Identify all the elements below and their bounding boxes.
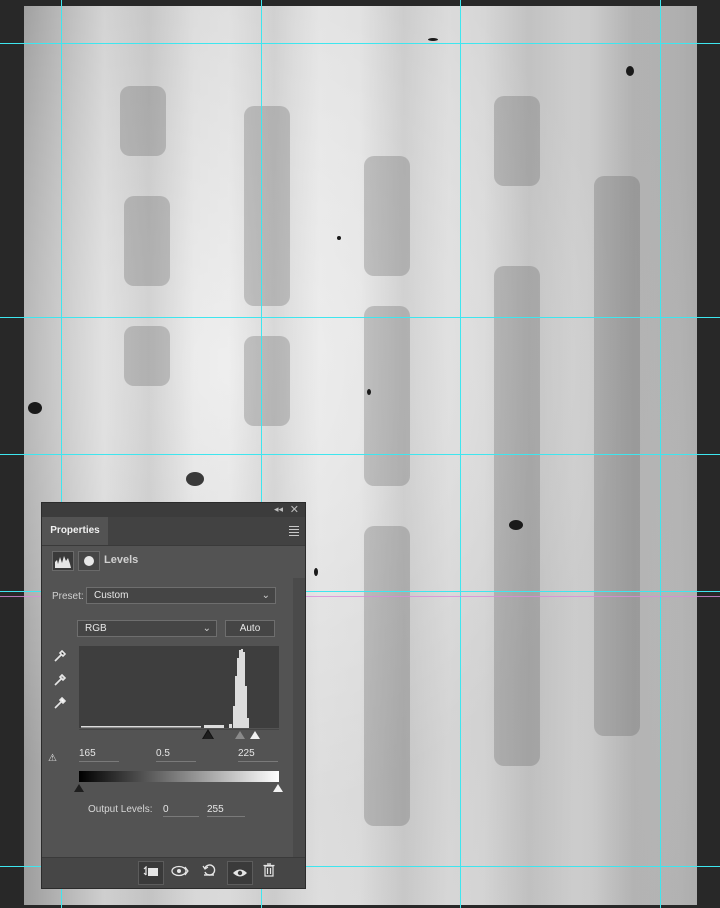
faded-glyph (124, 196, 170, 286)
close-icon[interactable]: ✕ (290, 503, 299, 516)
adjustment-header: Levels (52, 551, 292, 573)
black-eyedropper-icon[interactable] (53, 649, 67, 663)
input-gamma-handle[interactable] (235, 731, 245, 739)
ink-spot (626, 66, 634, 76)
clip-to-layer-icon[interactable] (138, 861, 164, 885)
output-white-handle[interactable] (273, 784, 283, 792)
auto-button[interactable]: Auto (225, 620, 275, 637)
panel-tab-bar: Properties (42, 517, 305, 546)
levels-adjustment-icon[interactable] (52, 551, 74, 571)
ink-spot (337, 236, 341, 240)
properties-panel[interactable]: ◂◂ ✕ Properties Levels Preset: Custom ⌄ … (41, 502, 306, 889)
output-gradient-bar (79, 771, 279, 782)
output-levels-label: Output Levels: (88, 804, 153, 815)
horizontal-guide[interactable] (0, 43, 720, 44)
preset-value: Custom (94, 590, 129, 601)
output-black-handle[interactable] (74, 784, 84, 792)
faded-glyph (494, 96, 540, 186)
input-slider-track[interactable] (79, 729, 279, 730)
ink-spot (314, 568, 318, 576)
panel-title-bar[interactable]: ◂◂ ✕ (42, 503, 305, 517)
faded-glyph (364, 526, 410, 826)
output-black-field[interactable]: 0 (163, 803, 199, 817)
channel-value: RGB (85, 623, 107, 634)
faded-glyph (124, 326, 170, 386)
input-black-field[interactable]: 165 (79, 747, 119, 762)
preset-select[interactable]: Custom ⌄ (86, 587, 276, 604)
faded-glyph (364, 306, 410, 486)
preset-label: Preset: (52, 591, 84, 602)
input-white-handle[interactable] (250, 731, 260, 739)
panel-scrollbar[interactable] (293, 578, 305, 858)
ink-spot (367, 389, 371, 395)
faded-glyph (244, 336, 290, 426)
layer-mask-icon[interactable] (78, 551, 100, 571)
input-gamma-field[interactable]: 0.5 (156, 747, 196, 762)
panel-bottom-bar (42, 857, 305, 888)
trash-icon[interactable] (256, 861, 282, 885)
ink-spot (428, 38, 438, 41)
ink-spot (509, 520, 523, 530)
input-black-handle-fill (203, 731, 213, 739)
white-eyedropper-icon[interactable] (53, 696, 67, 710)
chevron-down-icon: ⌄ (261, 590, 270, 601)
ink-spot (186, 472, 204, 486)
chevron-down-icon: ⌄ (202, 623, 211, 634)
visibility-eye-icon[interactable] (227, 861, 253, 885)
reset-icon[interactable] (196, 861, 222, 885)
view-previous-state-icon[interactable] (167, 861, 193, 885)
horizontal-guide[interactable] (0, 317, 720, 318)
clipping-warning-icon[interactable]: ⚠ (48, 753, 57, 764)
faded-glyph (244, 106, 290, 306)
output-white-field[interactable]: 255 (207, 803, 245, 817)
double-chevron-left-icon[interactable]: ◂◂ (274, 504, 283, 515)
faded-glyph (594, 176, 640, 736)
faded-glyph (494, 266, 540, 766)
hamburger-menu-icon[interactable] (289, 526, 299, 538)
input-white-field[interactable]: 225 (238, 747, 278, 762)
histogram-icon (55, 556, 71, 568)
adjustment-title: Levels (104, 554, 139, 566)
faded-glyph (120, 86, 166, 156)
histogram (79, 646, 279, 728)
faded-glyph (364, 156, 410, 276)
tab-properties[interactable]: Properties (42, 517, 108, 545)
ink-spot (28, 402, 42, 414)
gray-eyedropper-icon[interactable] (53, 673, 67, 687)
horizontal-guide[interactable] (0, 454, 720, 455)
channel-select[interactable]: RGB ⌄ (77, 620, 217, 637)
